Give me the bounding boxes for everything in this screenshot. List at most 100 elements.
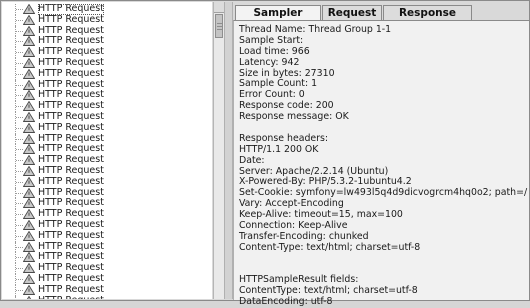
result-line: Content-Type: text/html; charset=utf-8 <box>239 241 421 253</box>
warning-icon <box>23 252 35 263</box>
warning-icon <box>23 241 35 252</box>
tree-item[interactable]: HTTP Request <box>2 90 212 102</box>
tree-connector-branch <box>16 41 23 43</box>
tree-connector-branch <box>16 203 23 205</box>
tab-response-data[interactable]: Response data <box>383 5 472 34</box>
warning-icon <box>23 209 35 220</box>
tree-item[interactable]: HTTP Request <box>2 175 212 188</box>
tree-connector-branch <box>16 19 23 21</box>
tree-item[interactable]: HTTP Request <box>2 252 212 264</box>
warning-icon <box>26 295 32 299</box>
warning-icon <box>23 155 35 166</box>
tree-item[interactable]: HTTP Request <box>2 36 212 48</box>
tree-item[interactable]: HTTP Request <box>2 273 212 285</box>
warning-icon <box>23 101 35 112</box>
tree-item[interactable]: HTTP Request <box>2 3 212 15</box>
result-line: Response message: OK <box>239 111 349 123</box>
tree-item[interactable]: HTTP Request <box>2 208 212 220</box>
tree-connector-branch <box>16 73 23 75</box>
result-line: DataEncoding: utf-8 <box>239 296 333 308</box>
tree-item[interactable]: HTTP Request <box>2 283 212 296</box>
tree-connector-branch <box>16 95 23 97</box>
tree-connector-branch <box>16 192 23 194</box>
tree-scrollbar[interactable] <box>213 2 224 299</box>
warning-icon <box>23 14 35 25</box>
tree-item[interactable]: HTTP Request <box>2 154 212 166</box>
sample-tree-panel: HTTP Request HTTP Request HTTP Request HTTP… <box>2 2 212 299</box>
warning-icon <box>23 25 35 36</box>
tree-item[interactable]: HTTP Request <box>2 133 212 145</box>
sample-tree-list: HTTP Request HTTP Request HTTP Request HTTP… <box>2 3 212 299</box>
tree-connector-branch <box>16 127 23 129</box>
tree-item[interactable]: HTTP Request <box>2 262 212 274</box>
tree-connector-branch <box>16 214 23 216</box>
tree-item-label: HTTP Request <box>38 283 104 295</box>
tree-connector-branch <box>16 278 23 280</box>
tree-item[interactable]: HTTP Request <box>2 187 212 199</box>
tree-item[interactable]: HTTP Request <box>2 165 212 177</box>
tree-item[interactable]: HTTP Request <box>2 198 212 210</box>
warning-icon <box>23 187 35 198</box>
tree-item[interactable]: HTTP Request <box>2 241 212 253</box>
tree-item[interactable]: HTTP Request <box>2 111 212 123</box>
tree-item[interactable]: HTTP Request <box>2 295 212 299</box>
tree-connector-branch <box>16 138 23 140</box>
tab-request[interactable]: Request <box>322 5 382 20</box>
warning-icon <box>23 36 35 47</box>
tree-item-label: HTTP Request <box>38 13 104 25</box>
tree-connector-branch <box>16 268 23 270</box>
tree-connector-branch <box>16 257 23 259</box>
tree-item[interactable]: HTTP Request <box>2 121 212 134</box>
warning-icon <box>23 68 35 79</box>
tree-item[interactable]: HTTP Request <box>2 25 212 37</box>
tree-connector-branch <box>16 116 23 118</box>
warning-icon <box>23 90 35 101</box>
warning-icon <box>23 263 35 274</box>
tree-connector-branch <box>16 84 23 86</box>
tree-item-label: HTTP Request <box>38 67 104 79</box>
tree-item[interactable]: HTTP Request <box>2 229 212 242</box>
tree-item-label: HTTP Request <box>38 295 104 299</box>
tree-connector-line <box>15 295 17 299</box>
warning-icon <box>23 57 35 68</box>
warning-icon <box>23 284 35 295</box>
warning-icon <box>23 122 35 133</box>
thumb-grip <box>217 29 222 30</box>
tree-item[interactable]: HTTP Request <box>2 46 212 58</box>
result-line <box>239 254 527 265</box>
tree-connector-branch <box>16 224 23 226</box>
result-line: Latency: 942 <box>239 56 300 68</box>
tree-item-label: HTTP Request <box>38 175 104 187</box>
tree-item[interactable]: HTTP Request <box>2 219 212 231</box>
split-pane-divider[interactable] <box>224 2 233 299</box>
tree-connector-branch <box>16 9 23 10</box>
tree-connector-branch <box>16 160 23 162</box>
scroll-up-button[interactable] <box>214 2 224 13</box>
tree-connector-branch <box>16 62 23 64</box>
warning-icon <box>23 4 35 14</box>
warning-icon <box>23 165 35 176</box>
tree-connector-branch <box>16 289 23 291</box>
warning-icon <box>23 47 35 58</box>
scroll-thumb[interactable] <box>215 14 223 38</box>
tree-item[interactable]: HTTP Request <box>2 144 212 156</box>
tree-item[interactable]: HTTP Request <box>2 79 212 91</box>
tree-item[interactable]: HTTP Request <box>2 67 212 80</box>
tree-item-label: HTTP Request <box>38 121 104 133</box>
results-tree-window: HTTP Request HTTP Request HTTP Request HTTP… <box>0 0 530 307</box>
tree-connector-branch <box>16 170 23 172</box>
tab-sampler-result[interactable]: Sampler result <box>235 5 321 34</box>
thumb-grip <box>217 26 222 27</box>
sampler-result-text: Thread Name: Thread Group 1-1 Sample Star… <box>239 24 527 308</box>
tree-connector-branch <box>16 181 23 183</box>
warning-icon <box>23 230 35 241</box>
tree-item[interactable]: HTTP Request <box>2 100 212 112</box>
tree-item-label: HTTP Request <box>38 229 104 241</box>
sampler-result-panel[interactable]: Thread Name: Thread Group 1-1 Sample Star… <box>233 20 529 307</box>
tree-item[interactable]: HTTP Request <box>2 57 212 69</box>
warning-icon <box>23 198 35 209</box>
tree-connector-branch <box>16 235 23 237</box>
warning-icon <box>23 144 35 155</box>
tree-item[interactable]: HTTP Request <box>2 13 212 26</box>
warning-icon <box>23 111 35 122</box>
